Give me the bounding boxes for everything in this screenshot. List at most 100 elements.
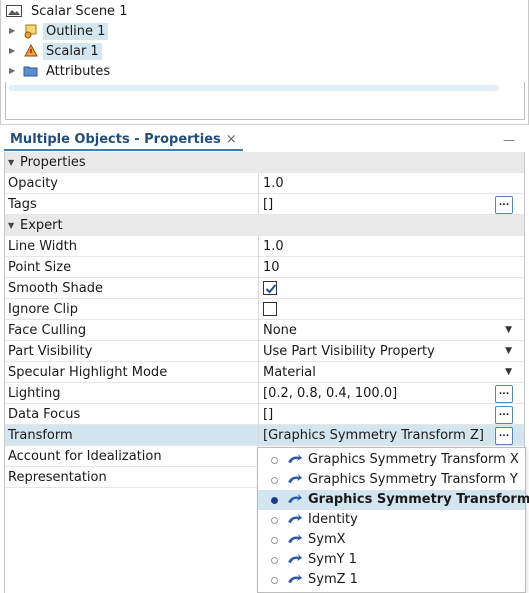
property-value-cell [258,278,524,299]
tree-item-attributes[interactable]: ▶ Attributes [9,61,113,81]
close-icon[interactable]: × [226,132,237,147]
property-name: Smooth Shade [8,281,103,296]
category-label-wrap: ▼ Properties [8,152,86,173]
property-name: Tags [8,197,37,212]
tab-properties[interactable]: Multiple Objects - Properties × [4,129,243,151]
property-row-point-size[interactable]: Point Size 10 [5,257,524,278]
category-label: Properties [20,155,86,170]
transform-icon [287,453,303,467]
property-name: Specular Highlight Mode [8,365,168,380]
smooth-shade-checkbox[interactable] [263,281,277,295]
property-value[interactable]: [Graphics Symmetry Transform Z] [258,425,524,446]
edit-transform-button[interactable]: ... [495,427,513,445]
radio-button[interactable] [271,457,278,464]
option-symz[interactable]: SymZ 1 [258,570,525,590]
tab-title: Multiple Objects - Properties [10,131,221,147]
option-graphics-symmetry-y[interactable]: Graphics Symmetry Transform Y [258,470,525,490]
edit-data-focus-button[interactable]: ... [495,406,513,424]
radio-button[interactable] [271,517,278,524]
option-graphics-symmetry-z[interactable]: Graphics Symmetry Transform Z [258,490,529,510]
property-name: Ignore Clip [8,302,79,317]
property-row-transform[interactable]: Transform [Graphics Symmetry Transform Z… [5,425,524,446]
option-label: Identity [308,512,358,527]
tree-item-scalar-scene[interactable]: Scalar Scene 1 [6,1,130,21]
property-value-cell [258,299,524,320]
dropdown-arrow-icon[interactable]: ▼ [505,341,512,362]
edit-lighting-button[interactable]: ... [495,385,513,403]
scalar-displayer-icon [22,43,40,59]
property-name: Part Visibility [8,344,93,359]
property-row-tags[interactable]: Tags [] ... [5,194,524,215]
option-label: SymX [308,532,346,547]
expand-arrow-icon[interactable]: ▶ [9,26,19,36]
option-label: SymY 1 [308,552,357,567]
property-value[interactable]: 1.0 [258,236,524,257]
property-row-lighting[interactable]: Lighting [0.2, 0.8, 0.4, 100.0] ... [5,383,524,404]
tree-item-scalar[interactable]: ▶ Scalar 1 [9,41,102,61]
radio-button-selected[interactable] [271,497,278,504]
scene-tree-panel: Scalar Scene 1 ▶ Outline 1 ▶ Scalar 1 ▶ … [0,0,529,124]
edit-tags-button[interactable]: ... [495,196,513,214]
property-name: Transform [8,428,73,443]
category-label-wrap: ▼ Expert [8,215,63,236]
property-value[interactable]: 10 [258,257,524,278]
transform-icon [287,533,303,547]
option-label: Graphics Symmetry Transform Z [308,492,529,507]
property-row-part-visibility[interactable]: Part Visibility Use Part Visibility Prop… [5,341,524,362]
transform-selection-popup: Graphics Symmetry Transform X Graphics S… [257,447,529,593]
expand-arrow-icon[interactable]: ▶ [9,66,19,76]
collapse-arrow-icon[interactable]: ▼ [8,152,20,173]
tree-item-outline[interactable]: ▶ Outline 1 [9,21,109,41]
property-row-face-culling[interactable]: Face Culling None ▼ [5,320,524,341]
property-name: Lighting [8,386,61,401]
property-row-specular[interactable]: Specular Highlight Mode Material ▼ [5,362,524,383]
transform-icon [287,493,303,507]
property-row-ignore-clip[interactable]: Ignore Clip [5,299,524,320]
property-row-data-focus[interactable]: Data Focus [] ... [5,404,524,425]
property-name: Data Focus [8,407,81,422]
property-value[interactable]: Use Part Visibility Property [258,341,524,362]
transform-icon [287,513,303,527]
folder-icon [22,63,40,79]
collapse-arrow-icon[interactable]: ▼ [8,215,20,236]
property-value[interactable]: 1.0 [258,173,524,194]
property-row-opacity[interactable]: Opacity 1.0 [5,173,524,194]
dropdown-arrow-icon[interactable]: ▼ [505,320,512,341]
outline-displayer-icon [22,23,40,39]
property-row-smooth-shade[interactable]: Smooth Shade [5,278,524,299]
radio-button[interactable] [271,537,278,544]
property-value[interactable]: [0.2, 0.8, 0.4, 100.0] [258,383,524,404]
property-name: Face Culling [8,323,87,338]
option-symy[interactable]: SymY 1 [258,550,525,570]
minimize-icon[interactable]: — [503,133,515,147]
category-expert[interactable]: ▼ Expert [5,215,524,236]
transform-icon [287,553,303,567]
option-symx[interactable]: SymX [258,530,525,550]
category-properties[interactable]: ▼ Properties [5,152,524,173]
radio-button[interactable] [271,477,278,484]
tree-item-label: Scalar 1 [43,42,102,60]
expand-arrow-icon[interactable]: ▶ [9,46,19,56]
property-value[interactable]: None [258,320,524,341]
option-label: Graphics Symmetry Transform Y [308,472,518,487]
option-label: SymZ 1 [308,572,358,587]
property-value[interactable]: [] [258,194,524,215]
property-name: Line Width [8,239,77,254]
horizontal-scrollbar[interactable] [9,85,499,91]
dropdown-arrow-icon[interactable]: ▼ [505,362,512,383]
transform-icon [287,473,303,487]
property-row-line-width[interactable]: Line Width 1.0 [5,236,524,257]
option-identity[interactable]: Identity [258,510,525,530]
tree-item-label: Attributes [46,63,111,79]
option-label: Graphics Symmetry Transform X [308,452,519,467]
property-value[interactable]: Material [258,362,524,383]
radio-button[interactable] [271,577,278,584]
property-value[interactable]: [] [258,404,524,425]
option-graphics-symmetry-x[interactable]: Graphics Symmetry Transform X [258,450,525,470]
properties-tab-bar: Multiple Objects - Properties × — [0,124,529,152]
property-name: Point Size [8,260,72,275]
radio-button[interactable] [271,557,278,564]
transform-icon [287,573,303,587]
ignore-clip-checkbox[interactable] [263,302,277,316]
tree-item-label: Scalar Scene 1 [31,3,128,19]
